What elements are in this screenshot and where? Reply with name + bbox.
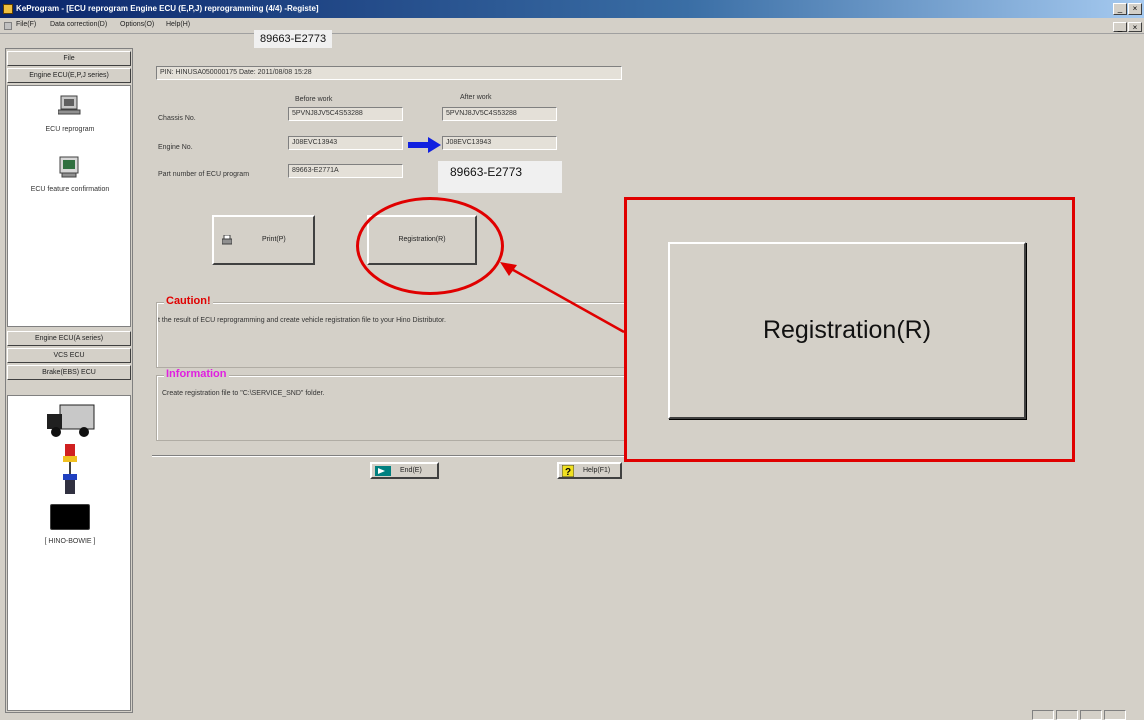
status-bar-boxes bbox=[1030, 710, 1126, 720]
registration-button-zoomed: Registration(R) bbox=[668, 242, 1026, 419]
help-button-label: Help(F1) bbox=[583, 467, 611, 474]
connector-cable-icon bbox=[63, 444, 77, 494]
mdi-close-button[interactable]: × bbox=[1128, 22, 1142, 32]
printer-icon bbox=[222, 235, 232, 245]
chassis-label: Chassis No. bbox=[158, 115, 196, 122]
sidebar-file-button[interactable]: File bbox=[7, 51, 131, 66]
divider-line bbox=[152, 455, 626, 457]
app-icon bbox=[3, 4, 13, 14]
sidebar-vcs-button[interactable]: VCS ECU bbox=[7, 348, 131, 363]
chassis-after-field: 5PVNJ8JV5C4S53288 bbox=[442, 107, 557, 121]
sidebar: File Engine ECU(E,P,J series) ECU reprog… bbox=[5, 48, 133, 713]
menu-file[interactable]: File(F) bbox=[16, 21, 36, 28]
ecu-reprogram-icon[interactable] bbox=[58, 94, 82, 116]
print-button[interactable]: Print(P) bbox=[212, 215, 315, 265]
window-title-bar: KeProgram - [ECU reprogram Engine ECU (E… bbox=[0, 0, 1144, 18]
ecu-reprogram-label[interactable]: ECU reprogram bbox=[8, 126, 132, 133]
ecu-feature-icon[interactable] bbox=[58, 156, 82, 178]
device-label: [ HINO-BOWIE ] bbox=[44, 538, 96, 545]
chassis-before-field: 5PVNJ8JV5C4S53288 bbox=[288, 107, 403, 121]
sidebar-function-panel: ECU reprogram ECU feature confirmation bbox=[7, 85, 131, 327]
callout-arrow bbox=[500, 262, 625, 334]
information-group bbox=[156, 375, 626, 441]
ecu-feature-label[interactable]: ECU feature confirmation bbox=[8, 186, 132, 193]
help-button[interactable]: ? Help(F1) bbox=[557, 462, 622, 479]
svg-text:?: ? bbox=[565, 467, 571, 477]
end-button-label: End(E) bbox=[400, 467, 422, 474]
end-button[interactable]: End(E) bbox=[370, 462, 439, 479]
window-title: KeProgram - [ECU reprogram Engine ECU (E… bbox=[16, 4, 319, 13]
sidebar-engine-a-button[interactable]: Engine ECU(A series) bbox=[7, 331, 131, 346]
caution-title: Caution! bbox=[164, 295, 213, 307]
engine-before-field: J08EVC13943 bbox=[288, 136, 403, 150]
information-title: Information bbox=[164, 368, 229, 380]
help-icon: ? bbox=[562, 465, 574, 477]
truck-icon bbox=[47, 404, 95, 437]
menu-options[interactable]: Options(O) bbox=[120, 21, 154, 28]
mdi-minimize-button[interactable]: _ bbox=[1113, 22, 1127, 32]
before-work-header: Before work bbox=[295, 96, 333, 103]
arrow-right-icon bbox=[408, 137, 441, 153]
sidebar-brake-button[interactable]: Brake(EBS) ECU bbox=[7, 365, 131, 380]
engine-label: Engine No. bbox=[158, 144, 193, 151]
caution-text: t the result of ECU reprogramming and cr… bbox=[158, 317, 446, 324]
registration-zoom-label: Registration(R) bbox=[762, 316, 932, 344]
engine-after-field: J08EVC13943 bbox=[442, 136, 557, 150]
exit-icon bbox=[375, 466, 391, 476]
sidebar-engine-epj-button[interactable]: Engine ECU(E,P,J series) bbox=[7, 68, 131, 83]
information-text: Create registration file to "C:\SERVICE_… bbox=[162, 390, 325, 397]
menu-help[interactable]: Help(H) bbox=[166, 21, 190, 28]
print-button-label: Print(P) bbox=[262, 236, 286, 243]
hino-bowie-device-icon bbox=[50, 504, 90, 530]
pin-date-field: PIN: HINUSA050000175 Date: 2011/08/08 15… bbox=[156, 66, 622, 80]
registration-highlight-circle bbox=[356, 197, 504, 295]
part-after-overlay: 89663-E2773 bbox=[438, 161, 562, 193]
device-panel: [ HINO-BOWIE ] bbox=[7, 395, 131, 711]
after-work-header: After work bbox=[460, 94, 492, 101]
part-number-overlay-top: 89663-E2773 bbox=[254, 30, 333, 48]
mdi-icon bbox=[4, 22, 12, 30]
minimize-button[interactable]: _ bbox=[1113, 3, 1127, 15]
menu-data-correction[interactable]: Data correction(D) bbox=[50, 21, 107, 28]
part-number-label: Part number of ECU program bbox=[158, 171, 250, 178]
close-button[interactable]: × bbox=[1128, 3, 1142, 15]
part-before-field: 89663-E2771A bbox=[288, 164, 403, 178]
